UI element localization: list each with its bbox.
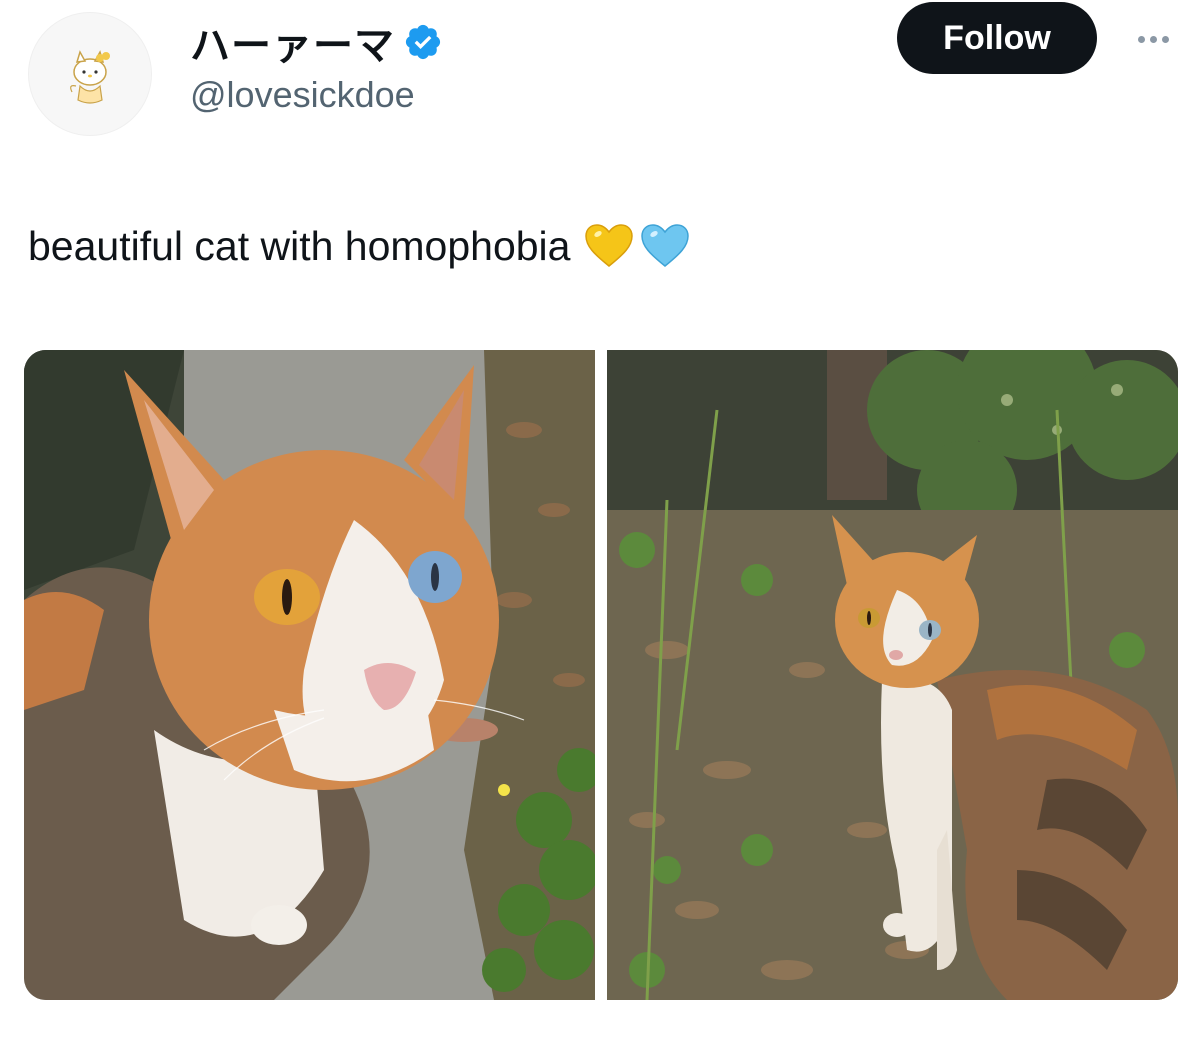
yellow-heart-icon [585,224,634,267]
user-handle[interactable]: @lovesickdoe [190,74,415,116]
tweet-text: beautiful cat with homophobia [28,223,571,269]
cat-in-garden-photo[interactable] [607,350,1178,1000]
avatar[interactable] [28,12,152,136]
verified-badge-icon [405,24,441,60]
tweet-card: ハーァーマ @lovesickdoe Follow beautiful cat … [0,0,1200,1057]
follow-button[interactable]: Follow [897,2,1097,74]
more-dots-icon[interactable] [1128,24,1178,54]
cat-closeup-photo[interactable] [24,350,595,1000]
blue-heart-icon [641,224,690,267]
display-name[interactable]: ハーァーマ [190,13,395,71]
display-name-row[interactable]: ハーァーマ [190,13,443,71]
media-grid [24,350,1178,1000]
tweet-text-row: beautiful cat with homophobia [28,218,690,274]
hello-kitty-avatar-icon [70,50,110,104]
